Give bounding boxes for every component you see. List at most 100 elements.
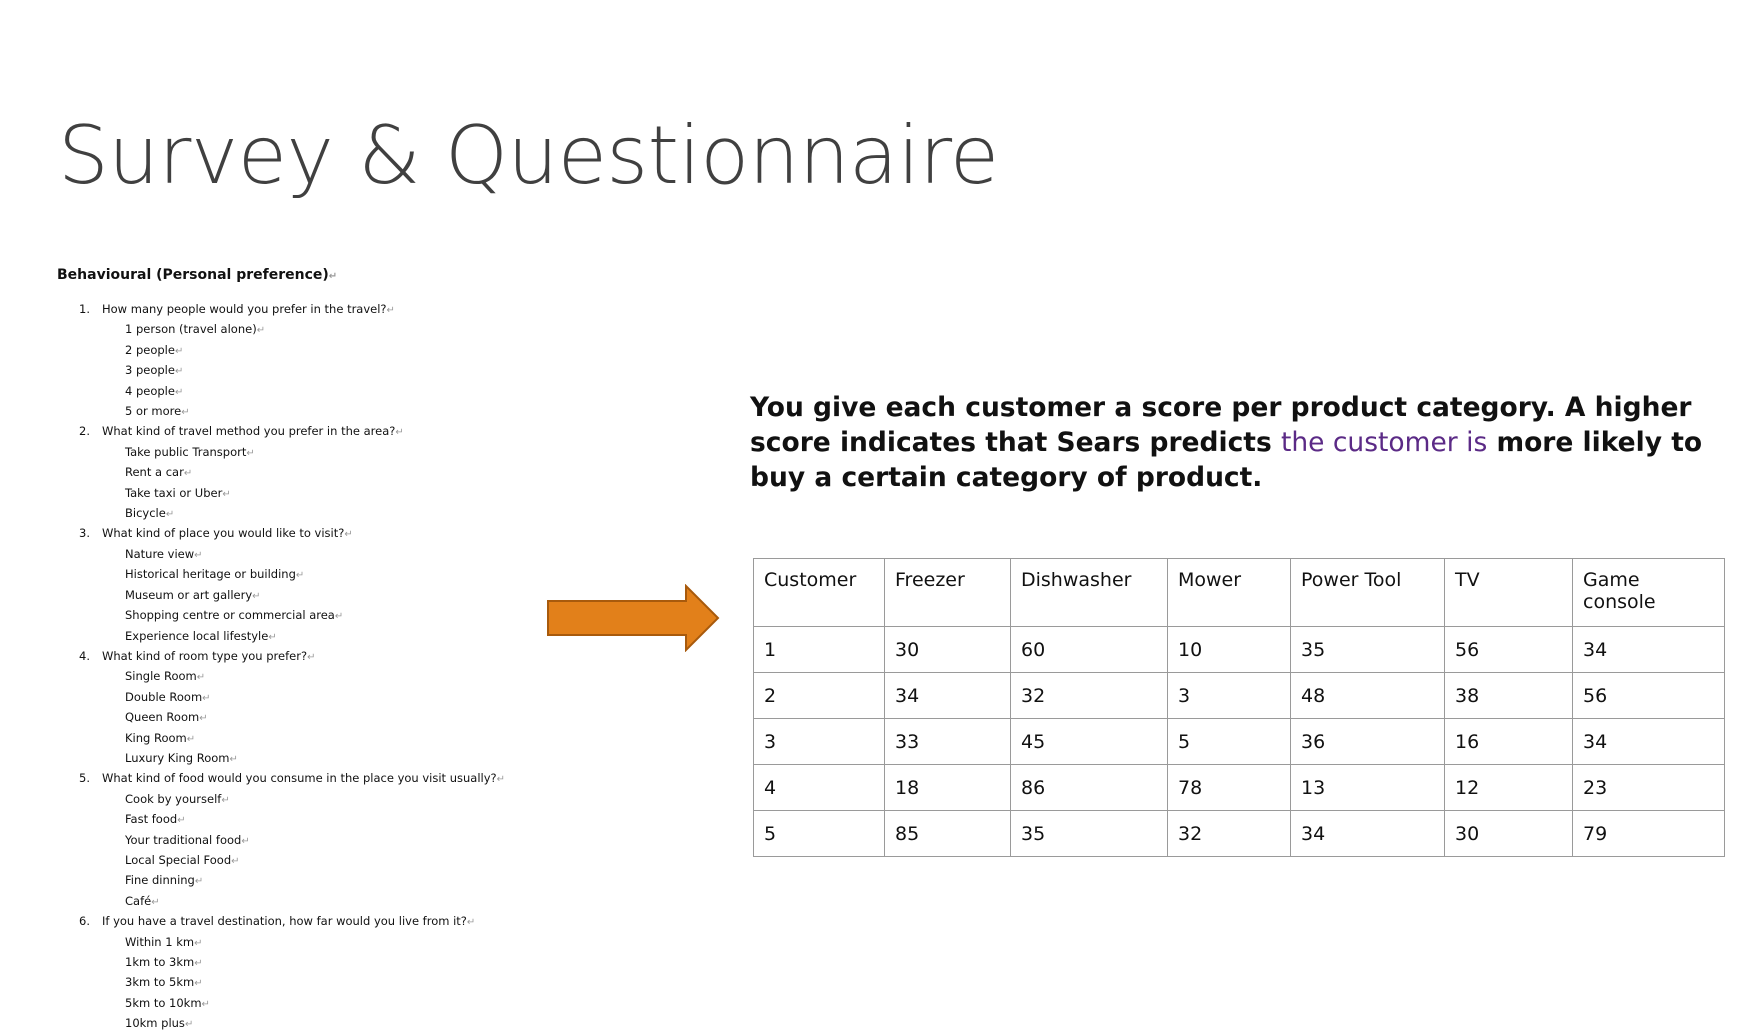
question-number: 6.: [79, 914, 90, 929]
question-number: 2.: [79, 424, 90, 439]
return-mark-icon: ↵: [174, 386, 184, 398]
return-mark-icon: ↵: [295, 570, 305, 582]
customer-score-table: Customer Freezer Dishwasher Mower Power Tool…: [753, 558, 1725, 857]
question-text: What kind of food would you consume in t…: [102, 771, 506, 786]
survey-questionnaire: Behavioural (Personal preference)↵ 1. How…: [57, 264, 527, 1035]
question-number: 4.: [79, 648, 90, 663]
question-6: 6. If you have a travel destination, how …: [57, 912, 527, 932]
question-option: Bicycle↵: [125, 506, 175, 521]
table-body: 1 30 60 10 35 56 34 2 34 32 3 48 38 56 3 33 45 5 36 16 34 4 18…: [753, 626, 1725, 857]
table-cell: 38: [1444, 672, 1573, 719]
table-cell: 85: [884, 810, 1011, 857]
question-text: What kind of place you would like to vis…: [102, 526, 353, 541]
return-mark-icon: ↵: [186, 733, 196, 745]
return-mark-icon: ↵: [194, 876, 204, 888]
table-cell: 34: [884, 672, 1011, 719]
question-option: Fast food↵: [125, 812, 186, 827]
return-mark-icon: ↵: [256, 325, 266, 337]
question-option: Rent a car↵: [125, 465, 193, 480]
question-option: Café↵: [125, 893, 160, 908]
table-cell: 30: [1444, 810, 1573, 857]
question-option: Luxury King Room↵: [125, 750, 238, 765]
return-mark-icon: ↵: [307, 651, 316, 663]
table-cell: 56: [1444, 626, 1573, 673]
return-mark-icon: ↵: [229, 753, 238, 765]
question-5: 5. What kind of food would you consume in…: [57, 769, 527, 789]
return-mark-icon: ↵: [177, 815, 186, 827]
table-cell: 45: [1010, 718, 1168, 765]
question-4: 4. What kind of room type you prefer?↵: [57, 647, 527, 667]
table-cell: 60: [1010, 626, 1168, 673]
question-option: 5km to 10km↵: [125, 995, 210, 1010]
table-cell: 13: [1290, 764, 1445, 811]
question-text: If you have a travel destination, how fa…: [102, 914, 476, 929]
table-cell: 34: [1572, 626, 1725, 673]
question-option: 3km to 5km↵: [125, 975, 203, 990]
question-number: 5.: [79, 771, 90, 786]
question-option: Take public Transport↵: [125, 444, 255, 459]
return-mark-icon: ↵: [194, 937, 203, 949]
return-mark-icon: ↵: [496, 774, 506, 786]
table-cell: 3: [753, 718, 885, 765]
slide-title: Survey & Questionnaire: [58, 109, 999, 202]
question-option: 1km to 3km↵: [125, 955, 203, 969]
question-option: 4 people↵: [125, 383, 184, 398]
return-mark-icon: ↵: [395, 427, 404, 439]
question-1: 1. How many people would you prefer in th…: [57, 300, 527, 320]
question-option: King Room↵: [125, 730, 196, 745]
table-cell: 32: [1167, 810, 1291, 857]
return-mark-icon: ↵: [181, 407, 190, 419]
return-mark-icon: ↵: [151, 896, 160, 908]
return-mark-icon: ↵: [328, 271, 338, 282]
question-text: How many people would you prefer in the …: [102, 302, 395, 316]
question-option: Cook by yourself↵: [125, 791, 230, 806]
column-header: Freezer: [884, 558, 1011, 627]
question-option: Take taxi or Uber↵: [125, 485, 231, 500]
table-cell: 30: [884, 626, 1011, 673]
question-text: What kind of travel method you prefer in…: [102, 424, 404, 439]
table-cell: 34: [1572, 718, 1725, 765]
return-mark-icon: ↵: [268, 631, 277, 643]
return-mark-icon: ↵: [199, 713, 208, 725]
question-option: Fine dinning↵: [125, 873, 204, 888]
question-option: Single Room↵: [125, 669, 206, 684]
table-cell: 23: [1572, 764, 1725, 811]
question-option: Queen Room↵: [125, 710, 208, 725]
highlighted-text: the customer is: [1280, 427, 1488, 458]
column-header: TV: [1444, 558, 1573, 627]
question-number: 1.: [79, 302, 90, 316]
table-cell: 12: [1444, 764, 1573, 811]
table-cell: 10: [1167, 626, 1291, 673]
column-header: Dishwasher: [1010, 558, 1168, 627]
return-mark-icon: ↵: [194, 978, 203, 990]
question-option: 1 person (travel alone)↵: [125, 322, 266, 337]
table-cell: 16: [1444, 718, 1573, 765]
table-cell: 4: [753, 764, 885, 811]
return-mark-icon: ↵: [221, 794, 230, 806]
column-header: Power Tool: [1290, 558, 1445, 627]
return-mark-icon: ↵: [194, 958, 203, 969]
table-cell: 79: [1572, 810, 1725, 857]
return-mark-icon: ↵: [222, 488, 231, 500]
table-cell: 86: [1010, 764, 1168, 811]
question-option: 2 people↵: [125, 342, 184, 357]
table-header-row: Customer Freezer Dishwasher Mower Power Tool…: [753, 558, 1725, 627]
return-mark-icon: ↵: [202, 692, 211, 704]
question-option: 3 people↵: [125, 363, 184, 378]
question-option: Shopping centre or commercial area↵: [125, 608, 344, 623]
question-3: 3. What kind of place you would like to v…: [57, 524, 527, 544]
return-mark-icon: ↵: [174, 345, 184, 357]
question-option: 5 or more↵: [125, 404, 190, 419]
return-mark-icon: ↵: [201, 998, 210, 1010]
question-option: 10km plus↵: [125, 1016, 194, 1031]
return-mark-icon: ↵: [246, 447, 255, 459]
return-mark-icon: ↵: [165, 509, 175, 521]
return-mark-icon: ↵: [231, 855, 240, 867]
column-header: Mower: [1167, 558, 1291, 627]
return-mark-icon: ↵: [334, 611, 344, 623]
table-cell: 1: [753, 626, 885, 673]
table-cell: 78: [1167, 764, 1291, 811]
question-option: Your traditional food↵: [125, 832, 250, 847]
column-header: Game console: [1572, 558, 1725, 627]
question-option: Historical heritage or building↵: [125, 567, 305, 582]
